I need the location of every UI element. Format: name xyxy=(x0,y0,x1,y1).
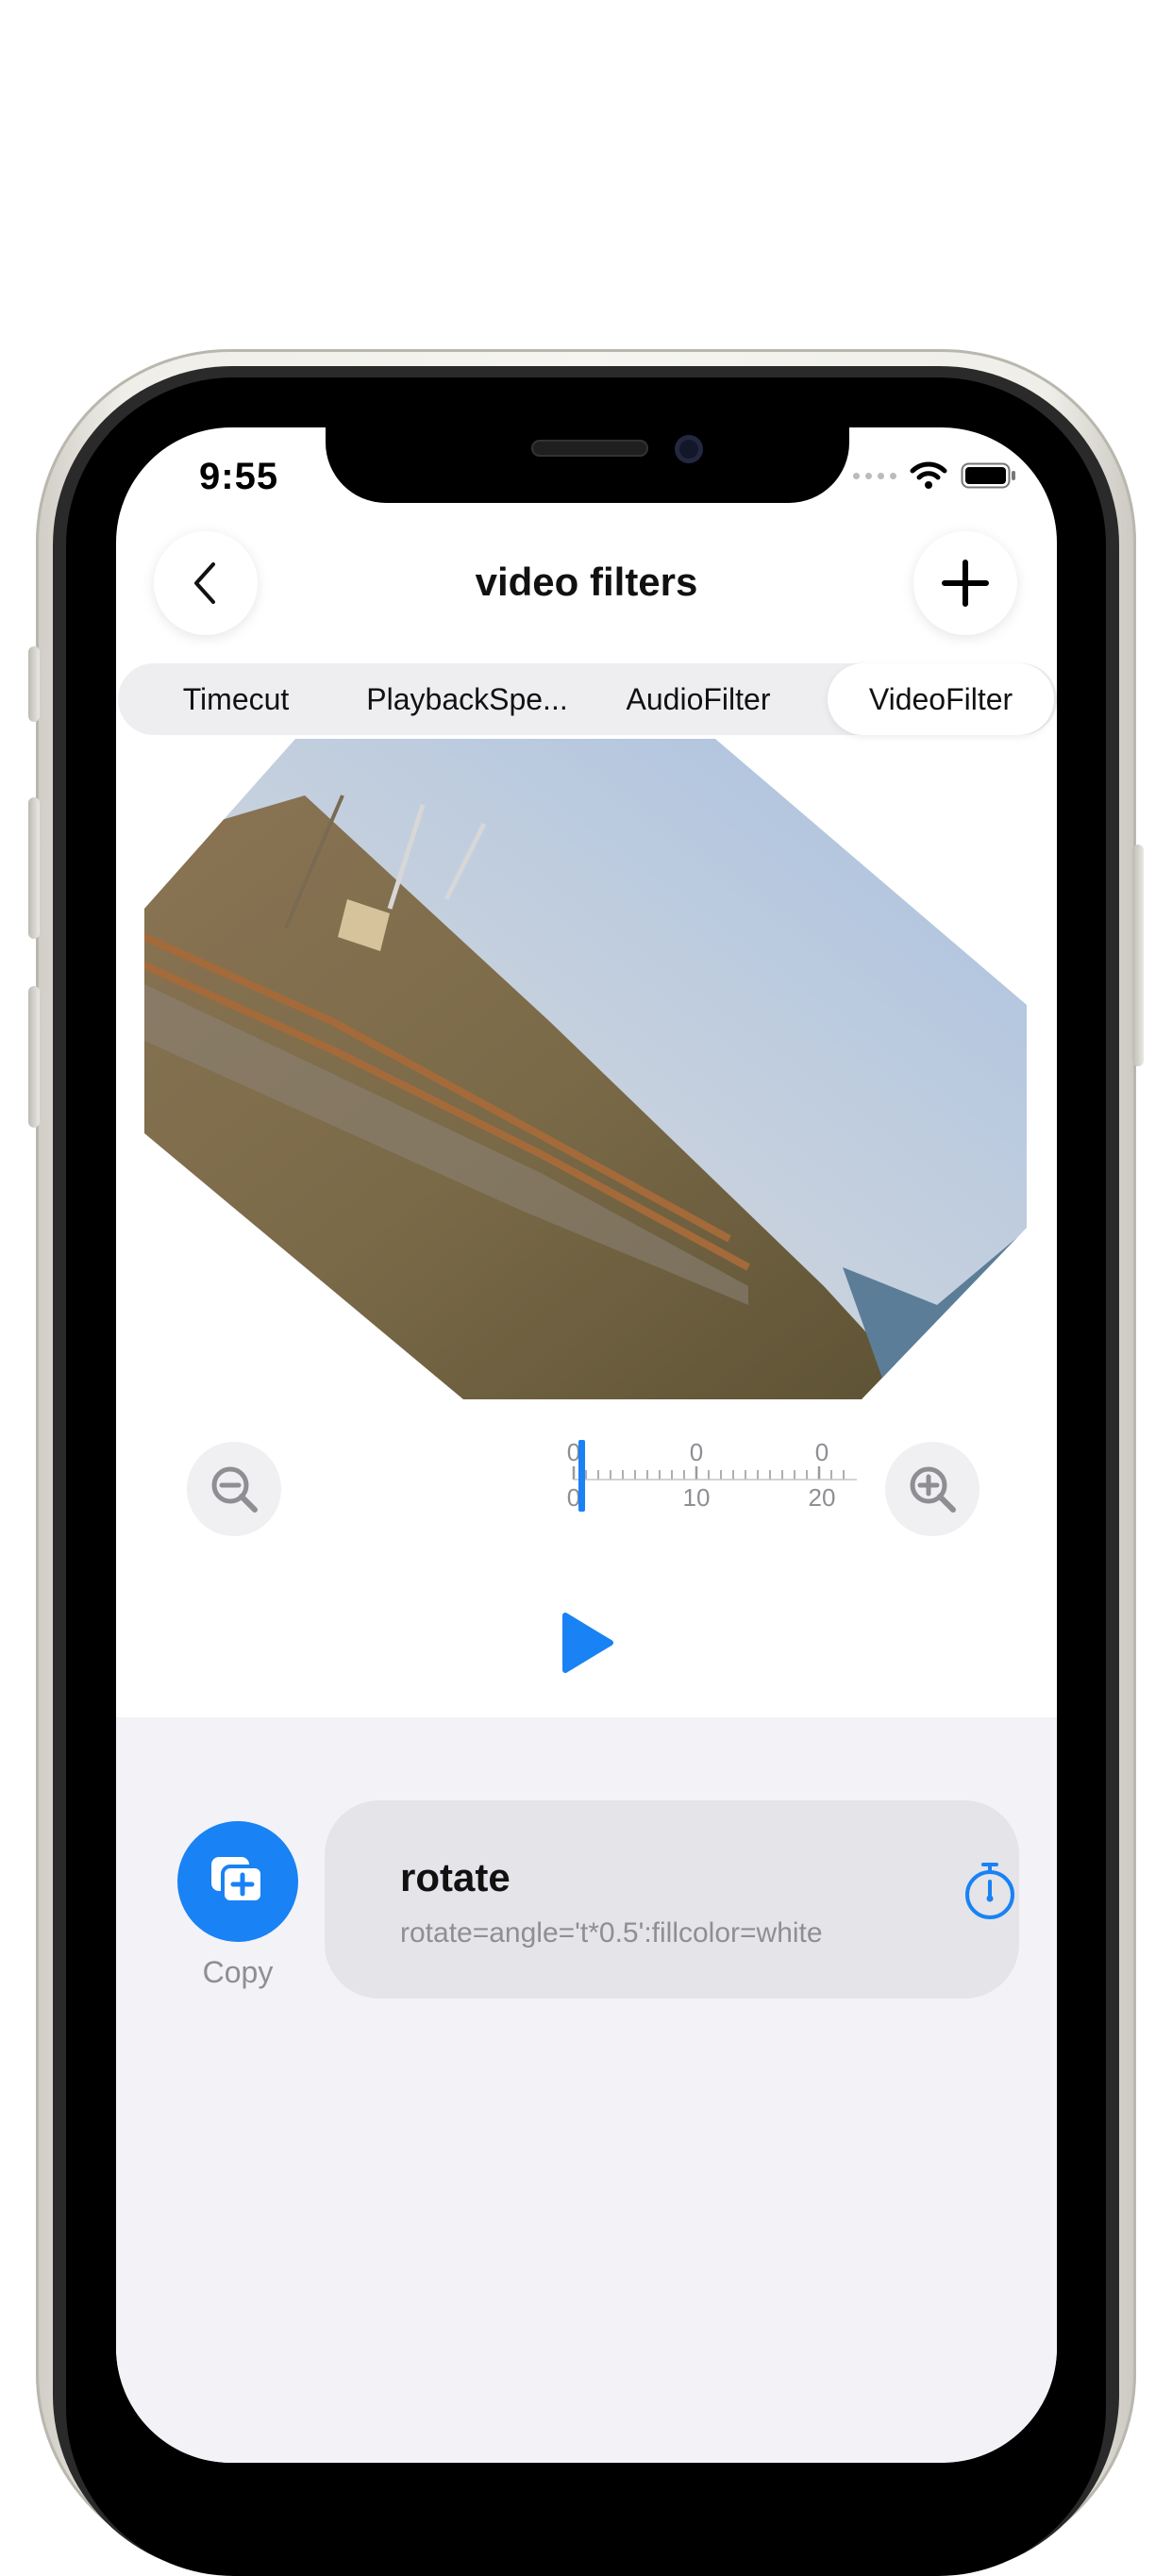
filter-name: rotate xyxy=(400,1855,511,1899)
filter-tab-bar: Timecut PlaybackSpe... AudioFilter Video… xyxy=(118,663,1057,735)
timeline-ticks xyxy=(572,1466,857,1480)
wifi-icon xyxy=(910,461,947,489)
copy-button[interactable] xyxy=(177,1821,298,1942)
timeline-ruler[interactable]: 0 0 0 0 10 20 xyxy=(560,1432,862,1517)
zoom-in-button[interactable] xyxy=(885,1442,979,1536)
zoom-out-button[interactable] xyxy=(187,1442,281,1536)
copy-icon xyxy=(211,1857,264,1904)
add-button[interactable] xyxy=(913,531,1017,635)
timeline-top-label: 0 xyxy=(690,1438,703,1466)
device-volume-down xyxy=(28,986,40,1128)
tab-timecut[interactable]: Timecut xyxy=(137,663,335,735)
play-button[interactable] xyxy=(560,1610,616,1676)
app-screen: 9:55 video filters Timecut PlaybackSpe..… xyxy=(116,427,1057,2463)
zoom-in-icon xyxy=(910,1466,956,1513)
earpiece-speaker xyxy=(531,440,648,457)
filter-expression: rotate=angle='t*0.5':fillcolor=white xyxy=(400,1917,823,1949)
copy-label: Copy xyxy=(202,1955,274,1989)
front-camera xyxy=(675,435,703,463)
device-mute-switch xyxy=(28,646,40,722)
filter-card[interactable]: rotate rotate=angle='t*0.5':fillcolor=wh… xyxy=(325,1800,1019,1999)
timer-icon[interactable] xyxy=(959,1857,1021,1923)
battery-icon xyxy=(961,462,1015,489)
timeline-bottom-label: 20 xyxy=(809,1483,836,1512)
timeline-bottom-label: 10 xyxy=(683,1483,711,1512)
tab-video-filter[interactable]: VideoFilter xyxy=(828,663,1054,735)
device-power-button xyxy=(1132,845,1144,1066)
device-volume-up xyxy=(28,797,40,939)
tab-audio-filter[interactable]: AudioFilter xyxy=(594,663,802,735)
signal-dots-icon xyxy=(853,472,896,479)
timeline-playhead[interactable] xyxy=(578,1440,585,1512)
filter-panel: Copy rotate rotate=angle='t*0.5':fillcol… xyxy=(116,1717,1057,2463)
status-time: 9:55 xyxy=(199,456,279,497)
tab-playback-speed[interactable]: PlaybackSpe... xyxy=(354,663,580,735)
play-icon xyxy=(562,1613,613,1673)
plus-icon xyxy=(942,560,989,607)
timeline-top-label: 0 xyxy=(815,1438,829,1466)
status-icons xyxy=(853,461,1017,490)
zoom-out-icon xyxy=(211,1466,258,1513)
video-preview[interactable] xyxy=(144,739,1027,1399)
notch xyxy=(326,427,849,503)
